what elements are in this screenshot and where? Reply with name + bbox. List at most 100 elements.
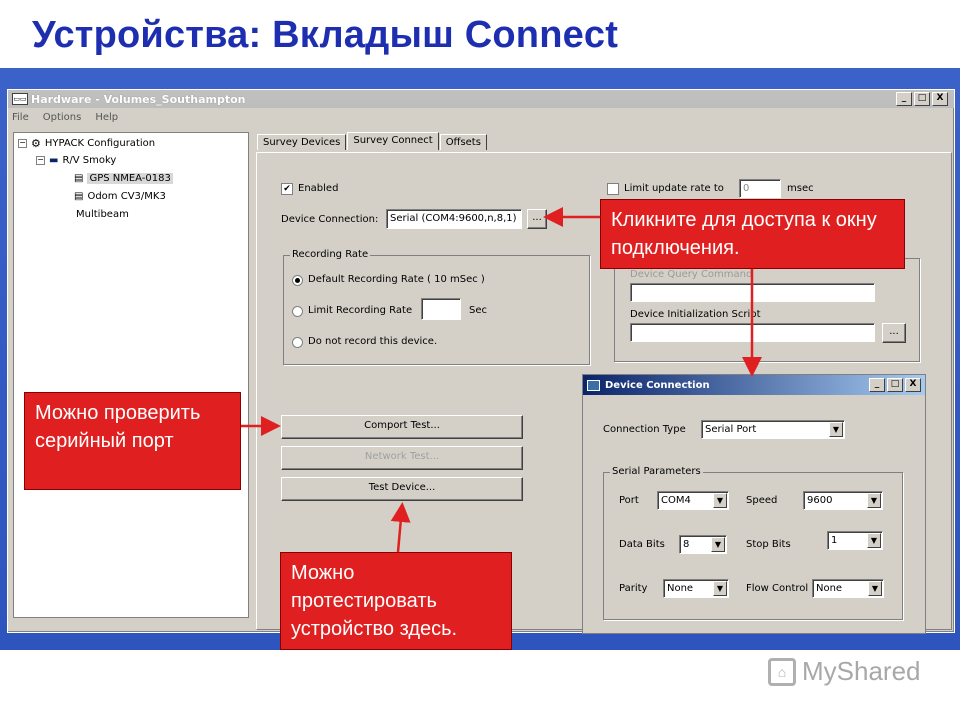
recording-rate-group: Recording Rate Default Recording Rate ( …	[283, 249, 590, 365]
slide-title: Устройства: Вкладыш Connect	[32, 14, 619, 56]
device-connection-label: Device Connection:	[281, 214, 379, 225]
limit-rate-radio-label: Limit Recording Rate	[308, 305, 413, 316]
stop-bits-value: 1	[831, 535, 838, 546]
tree-item-label: R/V Smoky	[62, 155, 117, 166]
window-titlebar[interactable]: ▭▭ Hardware - Volumes_Southampton _ □ X	[8, 90, 954, 108]
speed-value: 9600	[807, 495, 833, 506]
limit-rate-unit: msec	[787, 183, 814, 194]
init-script-browse-button[interactable]: ...	[882, 323, 906, 343]
parity-value: None	[667, 583, 694, 594]
collapse-toggle[interactable]: −	[18, 139, 27, 148]
limit-rate-input[interactable]: 0	[739, 179, 781, 198]
tree-item-hypack[interactable]: − ⚙ HYPACK Configuration	[18, 137, 155, 150]
init-script-label: Device Initialization Script	[630, 309, 761, 320]
device-tree[interactable]: − ⚙ HYPACK Configuration − ▬ R/V Smoky ▤…	[13, 132, 249, 618]
stop-bits-label: Stop Bits	[746, 539, 791, 550]
myshared-logo: ⌂ MyShared	[768, 656, 921, 687]
dialog-close-button[interactable]: X	[905, 378, 921, 392]
test-device-button[interactable]: Test Device...	[281, 477, 523, 501]
dialog-title: Device Connection	[605, 379, 710, 391]
tree-item-label: GPS NMEA-0183	[87, 173, 173, 184]
recording-rate-input[interactable]	[421, 298, 461, 320]
comport-test-button[interactable]: Comport Test...	[281, 415, 523, 439]
no-record-label: Do not record this device.	[308, 336, 438, 347]
callout-test-device: Можно протестировать устройство здесь.	[280, 552, 512, 650]
app-icon: ▭▭	[12, 93, 28, 105]
tree-item-gps[interactable]: ▤ GPS NMEA-0183	[74, 173, 173, 184]
recording-rate-title: Recording Rate	[290, 249, 371, 260]
logo-text: MyShared	[802, 656, 921, 686]
data-bits-value: 8	[683, 539, 690, 550]
serial-params-title: Serial Parameters	[610, 466, 703, 477]
tab-survey-devices[interactable]: Survey Devices	[257, 134, 347, 150]
no-record-radio[interactable]	[292, 337, 303, 348]
tab-survey-connect[interactable]: Survey Connect	[347, 132, 439, 150]
dropdown-arrow-icon[interactable]: ▼	[713, 493, 727, 508]
logo-icon: ⌂	[768, 657, 796, 686]
dropdown-arrow-icon[interactable]: ▼	[867, 493, 881, 508]
maximize-button[interactable]: □	[914, 92, 930, 106]
init-script-input[interactable]	[630, 323, 875, 342]
default-rate-radio[interactable]	[292, 275, 303, 286]
window-title: Hardware - Volumes_Southampton	[31, 92, 246, 106]
menubar: File Options Help	[12, 112, 118, 123]
tree-item-label: HYPACK Configuration	[44, 138, 156, 149]
tree-item-multibeam[interactable]: Multibeam	[76, 209, 129, 220]
parity-select[interactable]: None ▼	[663, 579, 729, 598]
network-test-button[interactable]: Network Test...	[281, 446, 523, 470]
enabled-checkbox[interactable]: ✔	[281, 183, 293, 195]
connection-type-label: Connection Type	[603, 424, 686, 435]
dropdown-arrow-icon[interactable]: ▼	[868, 581, 882, 596]
recording-rate-unit: Sec	[469, 305, 487, 316]
dialog-titlebar[interactable]: Device Connection _ □ X	[583, 375, 925, 395]
device-connection-dialog: Device Connection _ □ X Connection Type …	[582, 374, 926, 634]
default-rate-label: Default Recording Rate ( 10 mSec )	[308, 274, 485, 285]
dialog-maximize-button[interactable]: □	[887, 378, 903, 392]
device-icon: ▤	[74, 173, 84, 184]
port-label: Port	[619, 495, 639, 506]
dropdown-arrow-icon[interactable]: ▼	[829, 422, 843, 437]
query-command-label: Device Query Command	[630, 269, 753, 280]
dropdown-arrow-icon[interactable]: ▼	[713, 581, 727, 596]
speed-label: Speed	[746, 495, 778, 506]
dialog-minimize-button[interactable]: _	[869, 378, 885, 392]
port-select[interactable]: COM4 ▼	[657, 491, 729, 510]
connection-type-select[interactable]: Serial Port ▼	[701, 420, 845, 439]
data-bits-select[interactable]: 8 ▼	[679, 535, 727, 554]
collapse-toggle[interactable]: −	[36, 156, 45, 165]
callout-check-port: Можно проверить серийный порт	[24, 392, 241, 490]
dropdown-arrow-icon[interactable]: ▼	[867, 533, 881, 548]
menu-file[interactable]: File	[12, 112, 29, 123]
flow-control-label: Flow Control	[746, 583, 809, 594]
parity-label: Parity	[619, 583, 648, 594]
limit-rate-radio[interactable]	[292, 306, 303, 317]
connection-type-value: Serial Port	[705, 424, 757, 435]
device-connection-browse-button[interactable]: ...	[527, 209, 547, 229]
limit-rate-label: Limit update rate to	[624, 183, 724, 194]
minimize-button[interactable]: _	[896, 92, 912, 106]
tree-item-odom[interactable]: ▤ Odom CV3/MK3	[74, 191, 166, 202]
flow-control-select[interactable]: None ▼	[812, 579, 884, 598]
device-icon: ▤	[74, 191, 84, 202]
stop-bits-select[interactable]: 1 ▼	[827, 531, 883, 550]
tab-strip: Survey Devices Survey Connect Offsets	[257, 132, 488, 150]
close-button[interactable]: X	[932, 92, 948, 106]
tree-item-label: Multibeam	[76, 209, 129, 220]
data-bits-label: Data Bits	[619, 539, 665, 550]
speed-select[interactable]: 9600 ▼	[803, 491, 883, 510]
callout-access-connection: Кликните для доступа к окну подключения.	[600, 199, 905, 269]
dropdown-arrow-icon[interactable]: ▼	[711, 537, 725, 552]
query-command-input[interactable]	[630, 283, 875, 302]
tree-item-vessel[interactable]: − ▬ R/V Smoky	[36, 155, 116, 166]
network-icon: ⚙	[31, 137, 41, 150]
flow-control-value: None	[816, 583, 843, 594]
menu-help[interactable]: Help	[95, 112, 118, 123]
tree-item-label: Odom CV3/MK3	[87, 191, 166, 202]
boat-icon: ▬	[49, 155, 59, 166]
limit-rate-checkbox[interactable]	[607, 183, 619, 195]
device-connection-field[interactable]: Serial (COM4:9600,n,8,1)	[386, 209, 522, 229]
menu-options[interactable]: Options	[43, 112, 82, 123]
enabled-label: Enabled	[298, 183, 339, 194]
tab-offsets[interactable]: Offsets	[439, 134, 487, 150]
port-value: COM4	[661, 495, 691, 506]
